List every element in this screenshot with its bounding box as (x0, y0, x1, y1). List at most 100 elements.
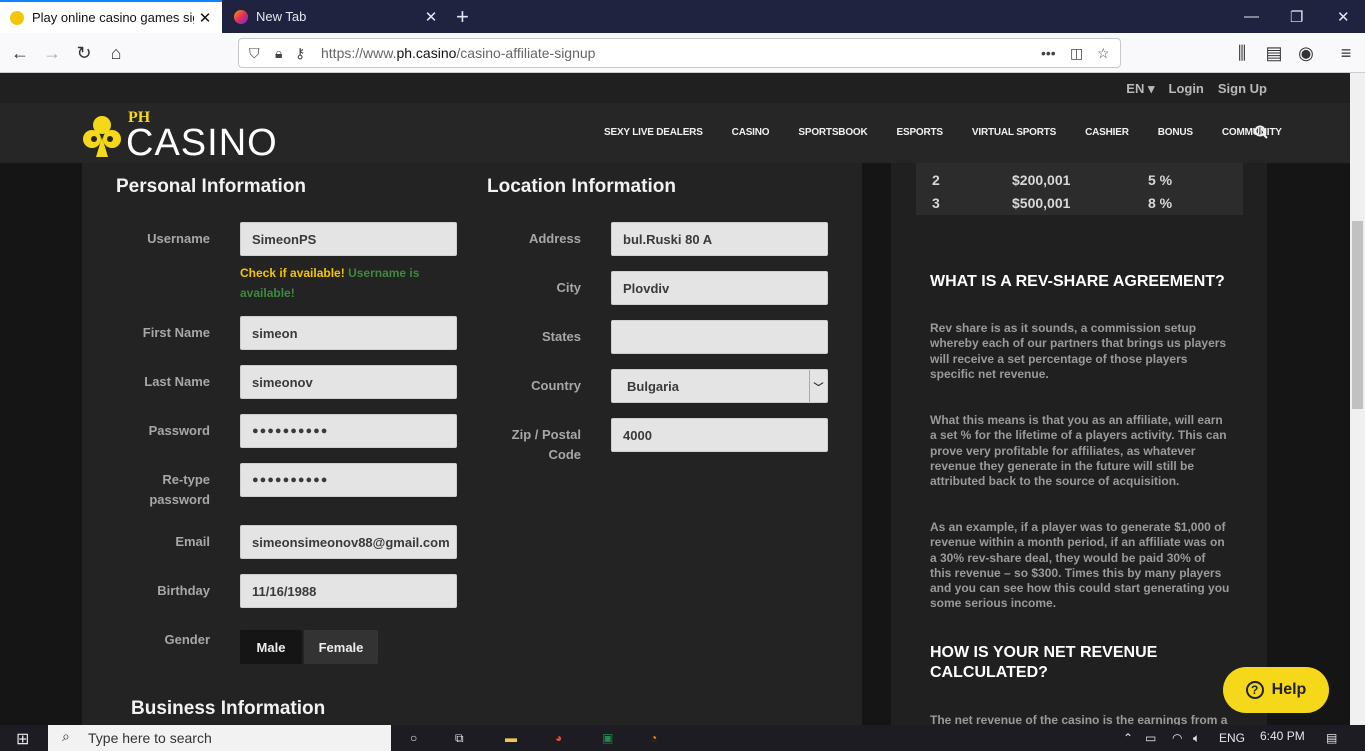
home-icon[interactable]: ⌂ (102, 39, 130, 67)
menu-bonus[interactable]: BONUS (1158, 127, 1193, 138)
birthday-input[interactable]: 11/16/1988 (240, 574, 457, 608)
site-favicon-icon (10, 10, 24, 25)
page-scrollbar[interactable] (1350, 73, 1365, 725)
address-bar[interactable]: ⛉ 🔒︎ ⚷ https://www. ph.casino/casino-affi… (238, 38, 1121, 68)
email-input[interactable]: simeonsimeonov88@gmail.com (240, 525, 457, 559)
search-icon[interactable] (1254, 125, 1268, 139)
notifications-icon[interactable]: ▤ (1326, 731, 1337, 745)
username-label: Username (147, 231, 210, 246)
tab-casino-signup[interactable]: Play online casino games sign ✕ (0, 0, 222, 33)
network-icon[interactable]: ▭ (1145, 731, 1156, 745)
pocket-icon[interactable]: ◫ (1070, 45, 1083, 62)
username-availability: Check if available! Username is availabl… (240, 263, 470, 303)
country-select[interactable]: Bulgaria ﹀ (611, 369, 828, 403)
language-indicator[interactable]: ENG (1219, 731, 1245, 745)
password-input[interactable]: ●●●●●●●●●● (240, 414, 457, 448)
volume-icon[interactable]: 🔈︎ (1193, 731, 1200, 746)
file-explorer-icon[interactable]: ▬ (505, 731, 517, 745)
sidebar-icon[interactable]: ▤ (1260, 39, 1288, 67)
states-label: States (541, 329, 581, 344)
firefox-icon[interactable]: ◔ (650, 731, 657, 745)
percent-cell: 8 % (1148, 195, 1173, 211)
chrome-icon[interactable]: ◕ (555, 731, 562, 745)
percent-cell: 5 % (1148, 172, 1173, 188)
shield-icon[interactable]: ⛉ (249, 45, 260, 62)
menu-cashier[interactable]: CASHIER (1085, 127, 1129, 138)
cortana-icon[interactable]: ○ (410, 731, 417, 745)
forward-arrow-icon[interactable]: → (38, 39, 66, 67)
reload-icon[interactable]: ↻ (70, 39, 98, 67)
country-selected-value: Bulgaria (627, 378, 680, 394)
address-input[interactable]: bul.Ruski 80 A (611, 222, 828, 256)
zip-input[interactable]: 4000 (611, 418, 828, 452)
signup-link[interactable]: Sign Up (1218, 81, 1267, 97)
url-path: /casino-affiliate-signup (456, 45, 596, 61)
city-input[interactable]: Plovdiv (611, 271, 828, 305)
browser-nav-bar: ← → ↻ ⌂ ⛉ 🔒︎ ⚷ https://www. ph.casino/cas… (0, 33, 1365, 73)
url-prefix: https://www. (321, 45, 397, 61)
minimize-icon[interactable]: — (1244, 0, 1259, 33)
lock-icon[interactable]: 🔒︎ (275, 45, 282, 62)
rev-share-paragraph-1: Rev share is as it sounds, a commission … (930, 321, 1227, 381)
key-icon[interactable]: ⚷ (295, 45, 305, 62)
site-top-strip: EN ▾ Login Sign Up (0, 73, 1365, 103)
retype-password-input[interactable]: ●●●●●●●●●● (240, 463, 457, 497)
bookmark-star-icon[interactable]: ☆ (1097, 45, 1110, 62)
wifi-icon[interactable]: ◠ (1172, 731, 1182, 745)
last-name-input[interactable]: simeonov (240, 365, 457, 399)
restore-icon[interactable]: ❐ (1290, 0, 1303, 33)
taskbar-search-box[interactable]: ⌕ Type here to search (48, 725, 391, 751)
check-availability-link[interactable]: Check if available! (240, 266, 345, 280)
amount-cell: $500,001 (1012, 195, 1071, 211)
chevron-down-icon[interactable]: ﹀ (809, 370, 827, 402)
close-tab-icon[interactable]: ✕ (420, 8, 442, 26)
menu-esports[interactable]: ESPORTS (897, 127, 944, 138)
new-tab-plus-icon[interactable]: + (456, 4, 469, 30)
windows-start-icon[interactable]: ⊞ (16, 729, 29, 749)
tray-chevron-icon[interactable]: ⌃ (1123, 731, 1133, 745)
excel-icon[interactable]: ▣ (602, 731, 613, 745)
amount-cell: $200,001 (1012, 172, 1071, 188)
help-button[interactable]: ? Help (1223, 667, 1329, 713)
scrollbar-thumb[interactable] (1352, 221, 1363, 409)
tab-title: Play online casino games sign (32, 10, 194, 25)
zip-label: Zip / Postal Code (511, 427, 581, 462)
menu-sexy-live-dealers[interactable]: SEXY LIVE DEALERS (604, 127, 703, 138)
rev-share-paragraph-2: What this means is that you as an affili… (930, 413, 1227, 489)
account-icon[interactable]: ◉ (1292, 39, 1320, 67)
first-name-input[interactable]: simeon (240, 316, 457, 350)
browser-tab-bar: Play online casino games sign ✕ New Tab … (0, 0, 1365, 33)
tab-title: New Tab (256, 9, 307, 24)
email-label: Email (175, 534, 210, 549)
question-icon: ? (1245, 681, 1264, 699)
clock-time[interactable]: 6:40 PM (1260, 729, 1305, 743)
gender-label: Gender (164, 632, 210, 647)
business-info-title: Business Information (131, 698, 326, 719)
menu-casino[interactable]: CASINO (732, 127, 770, 138)
login-link[interactable]: Login (1169, 81, 1204, 97)
gender-male-button[interactable]: Male (240, 630, 302, 664)
more-actions-icon[interactable]: ••• (1041, 45, 1056, 61)
search-icon: ⌕ (62, 728, 70, 744)
ph-casino-logo[interactable]: PH CASINO (80, 109, 280, 163)
birthday-label: Birthday (157, 583, 210, 598)
menu-virtual-sports[interactable]: VIRTUAL SPORTS (972, 127, 1056, 138)
states-input[interactable] (611, 320, 828, 354)
library-icon[interactable]: ⫼ (1228, 39, 1256, 67)
close-tab-icon[interactable]: ✕ (194, 9, 216, 27)
tab-new-tab[interactable]: New Tab ✕ (224, 0, 448, 33)
language-selector[interactable]: EN ▾ (1126, 81, 1154, 97)
password-label: Password (148, 423, 210, 438)
menu-sportsbook[interactable]: SPORTSBOOK (798, 127, 867, 138)
gender-female-button[interactable]: Female (304, 630, 378, 664)
menu-community[interactable]: COMMUNITY (1222, 127, 1282, 138)
close-window-icon[interactable]: ✕ (1337, 0, 1350, 33)
retype-password-label: Re-type password (149, 472, 210, 507)
country-label: Country (531, 378, 581, 393)
first-name-label: First Name (142, 325, 210, 340)
personal-info-title: Personal Information (116, 176, 307, 197)
menu-hamburger-icon[interactable]: ≡ (1332, 39, 1360, 67)
back-arrow-icon[interactable]: ← (6, 39, 34, 67)
username-input[interactable]: SimeonPS (240, 222, 457, 256)
task-view-icon[interactable]: ⧉ (455, 731, 464, 746)
